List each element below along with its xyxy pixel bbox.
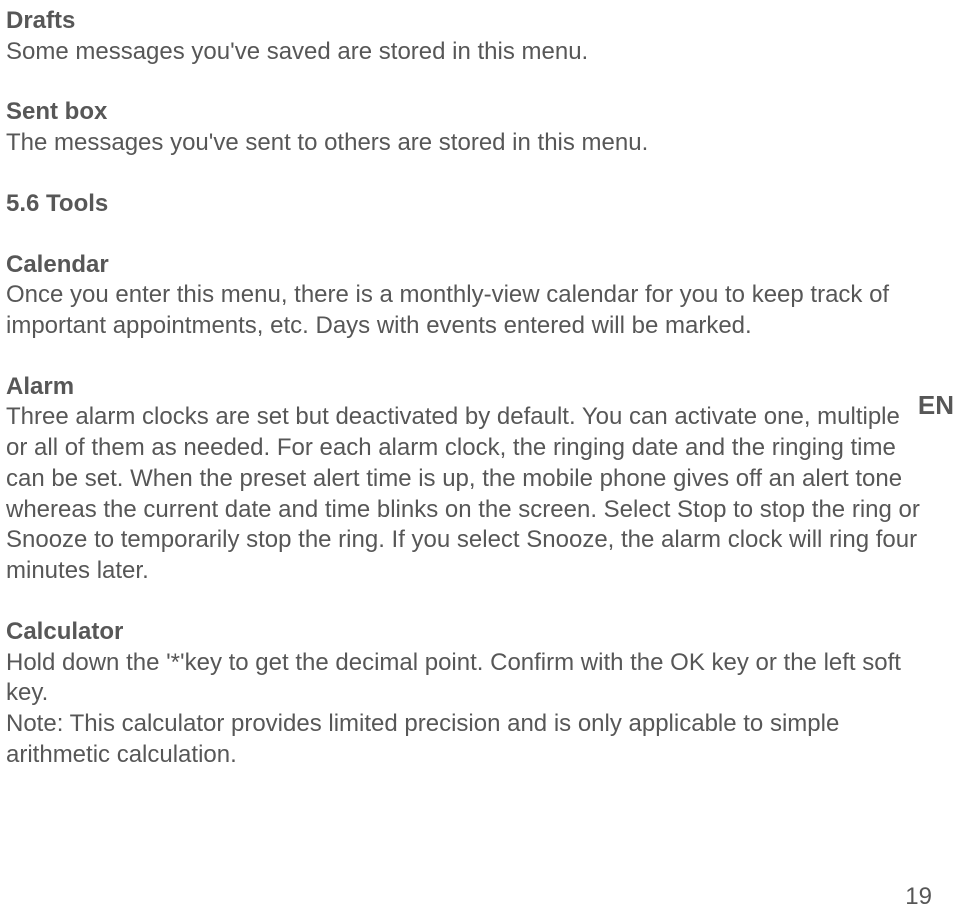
heading-drafts: Drafts bbox=[6, 6, 926, 37]
page-number: 19 bbox=[905, 882, 932, 913]
body-calculator-1: Hold down the '*'key to get the decimal … bbox=[6, 648, 926, 709]
section-sentbox: Sent box The messages you've sent to oth… bbox=[6, 97, 926, 158]
heading-alarm: Alarm bbox=[6, 372, 926, 403]
section-calendar: Calendar Once you enter this menu, there… bbox=[6, 250, 926, 342]
section-alarm: Alarm Three alarm clocks are set but dea… bbox=[6, 372, 926, 587]
language-tag: EN bbox=[918, 389, 954, 422]
section-drafts: Drafts Some messages you've saved are st… bbox=[6, 6, 926, 67]
body-calendar: Once you enter this menu, there is a mon… bbox=[6, 280, 926, 341]
heading-calendar: Calendar bbox=[6, 250, 926, 281]
section-tools-heading: 5.6 Tools bbox=[6, 189, 926, 220]
body-calculator-2: Note: This calculator provides limited p… bbox=[6, 709, 926, 770]
body-alarm: Three alarm clocks are set but deactivat… bbox=[6, 402, 926, 586]
heading-tools: 5.6 Tools bbox=[6, 189, 926, 220]
heading-calculator: Calculator bbox=[6, 617, 926, 648]
section-calculator: Calculator Hold down the '*'key to get t… bbox=[6, 617, 926, 771]
page-content: Drafts Some messages you've saved are st… bbox=[6, 6, 926, 770]
body-drafts: Some messages you've saved are stored in… bbox=[6, 37, 926, 68]
body-sentbox: The messages you've sent to others are s… bbox=[6, 128, 926, 159]
heading-sentbox: Sent box bbox=[6, 97, 926, 128]
